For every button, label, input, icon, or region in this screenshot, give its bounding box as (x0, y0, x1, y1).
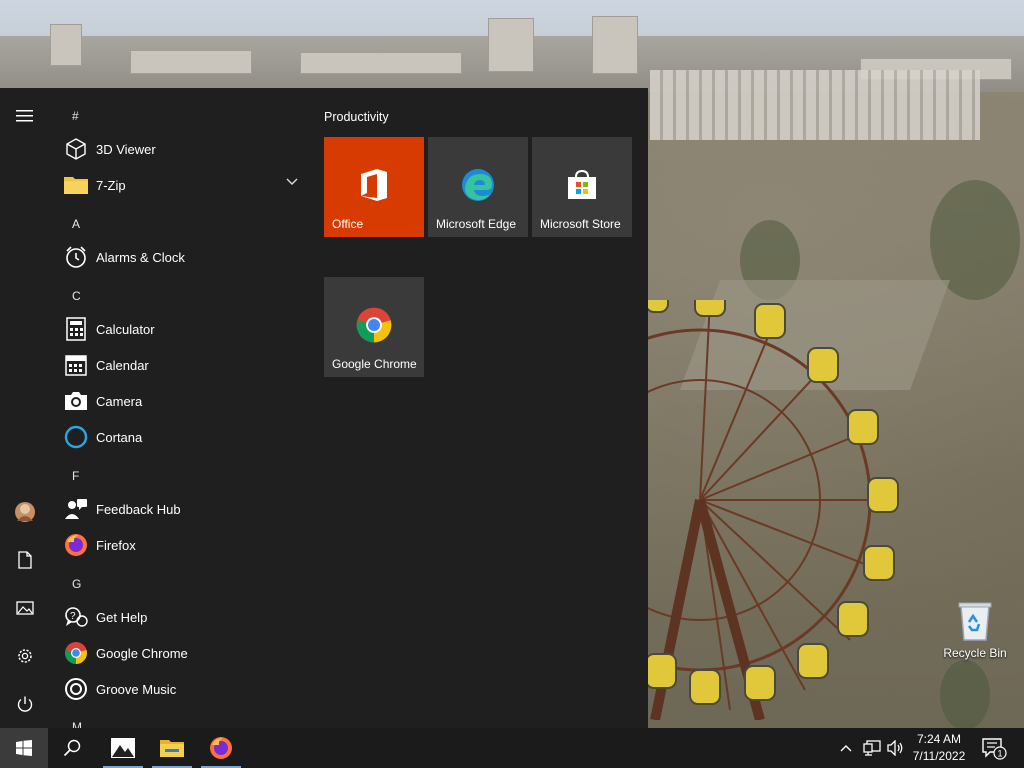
letter-header[interactable]: C (72, 289, 81, 303)
tile-group-title[interactable]: Productivity (324, 110, 389, 124)
notification-count: 1 (997, 749, 1002, 759)
app-get-help[interactable]: ? Get Help (50, 599, 312, 635)
pictures-button[interactable] (0, 584, 50, 632)
calendar-icon (64, 353, 88, 377)
app-name: 3D Viewer (96, 141, 156, 157)
app-name: Camera (96, 393, 143, 409)
notification-icon: 1 (982, 738, 1007, 760)
letter-header[interactable]: F (72, 469, 79, 483)
clock[interactable]: 7:24 AM 7/11/2022 (900, 731, 978, 765)
user-avatar (15, 502, 35, 522)
tile-label: Microsoft Edge (436, 217, 517, 231)
power-button[interactable] (0, 680, 50, 728)
tile-microsoft-store[interactable]: Microsoft Store (532, 137, 632, 237)
tile-label: Microsoft Store (540, 217, 621, 231)
start-button[interactable] (0, 728, 48, 768)
settings-button[interactable] (0, 632, 50, 680)
start-menu: # 3D Viewer 7-Zip A Alarms & Clock C Cal… (0, 88, 648, 728)
tile-label: Google Chrome (332, 357, 417, 371)
hamburger-icon (16, 110, 33, 122)
app-name: Get Help (96, 609, 148, 625)
chevron-down-icon[interactable] (286, 178, 298, 186)
letter-header[interactable]: G (72, 577, 81, 591)
app-list[interactable]: # 3D Viewer 7-Zip A Alarms & Clock C Cal… (50, 88, 316, 728)
feedback-hub-icon (64, 497, 88, 521)
app-name: Calendar (96, 357, 149, 373)
action-center-button[interactable]: 1 (978, 728, 1010, 768)
get-help-icon: ? (64, 605, 88, 629)
network-icon (863, 740, 881, 756)
chrome-icon (64, 641, 88, 665)
taskbar-file-explorer[interactable] (148, 728, 196, 768)
calculator-icon (64, 317, 88, 341)
recycle-bin[interactable]: Recycle Bin (938, 600, 1012, 660)
app-name: Cortana (96, 429, 143, 445)
search-icon (63, 739, 81, 757)
app-alarms-clock[interactable]: Alarms & Clock (50, 239, 312, 275)
recycle-bin-label: Recycle Bin (943, 646, 1007, 660)
taskbar: 7:24 AM 7/11/2022 1 (0, 728, 1024, 768)
tile-google-chrome[interactable]: Google Chrome (324, 277, 424, 377)
chrome-icon (324, 307, 424, 343)
settings-icon (18, 649, 32, 663)
wallpaper-building (650, 70, 980, 140)
show-hidden-icons-button[interactable] (836, 728, 856, 768)
groove-music-icon (64, 677, 88, 701)
tile-area: Productivity Office Microsoft Edge Micro… (324, 88, 648, 728)
app-groove-music[interactable]: Groove Music (50, 671, 312, 707)
app-7-zip[interactable]: 7-Zip (50, 167, 312, 203)
cortana-icon (64, 425, 88, 449)
app-name: Feedback Hub (96, 501, 181, 517)
app-google-chrome[interactable]: Google Chrome (50, 635, 312, 671)
recycle-bin-icon (957, 600, 993, 642)
network-button[interactable] (860, 728, 884, 768)
expand-menu-button[interactable] (0, 92, 50, 140)
tile-office[interactable]: Office (324, 137, 424, 237)
documents-icon (18, 551, 32, 569)
3d-viewer-icon (64, 137, 88, 161)
app-firefox[interactable]: Firefox (50, 527, 312, 563)
tile-microsoft-edge[interactable]: Microsoft Edge (428, 137, 528, 237)
photos-icon (111, 738, 135, 758)
start-rail (0, 88, 50, 728)
clock-time: 7:24 AM (916, 732, 962, 746)
app-name: 7-Zip (96, 177, 126, 193)
app-cortana[interactable]: Cortana (50, 419, 312, 455)
search-button[interactable] (48, 728, 96, 768)
firefox-icon (64, 533, 88, 557)
folder-icon (64, 173, 88, 197)
start-icon (16, 740, 32, 756)
app-feedback-hub[interactable]: Feedback Hub (50, 491, 312, 527)
app-calendar[interactable]: Calendar (50, 347, 312, 383)
taskbar-photos[interactable] (99, 728, 147, 768)
svg-text:?: ? (70, 611, 76, 622)
taskbar-firefox[interactable] (197, 728, 245, 768)
app-name: Google Chrome (96, 645, 188, 661)
letter-header[interactable]: M (72, 720, 82, 728)
store-icon (532, 167, 632, 203)
edge-icon (428, 167, 528, 203)
documents-button[interactable] (0, 536, 50, 584)
app-3d-viewer[interactable]: 3D Viewer (50, 131, 312, 167)
app-name: Firefox (96, 537, 136, 553)
app-name: Groove Music (96, 681, 177, 697)
app-camera[interactable]: Camera (50, 383, 312, 419)
file-explorer-icon (160, 740, 184, 757)
alarm-clock-icon (64, 245, 88, 269)
app-name: Alarms & Clock (96, 249, 185, 265)
user-account-button[interactable] (0, 488, 50, 536)
pictures-icon (16, 601, 34, 615)
power-icon (17, 696, 33, 712)
clock-date: 7/11/2022 (912, 749, 966, 763)
app-calculator[interactable]: Calculator (50, 311, 312, 347)
app-name: Calculator (96, 321, 155, 337)
tile-label: Office (332, 217, 364, 231)
firefox-icon (210, 737, 232, 759)
letter-header[interactable]: A (72, 217, 80, 231)
letter-header[interactable]: # (72, 109, 79, 123)
camera-icon (64, 389, 88, 413)
office-icon (324, 167, 424, 203)
chevron-up-icon (840, 745, 852, 752)
